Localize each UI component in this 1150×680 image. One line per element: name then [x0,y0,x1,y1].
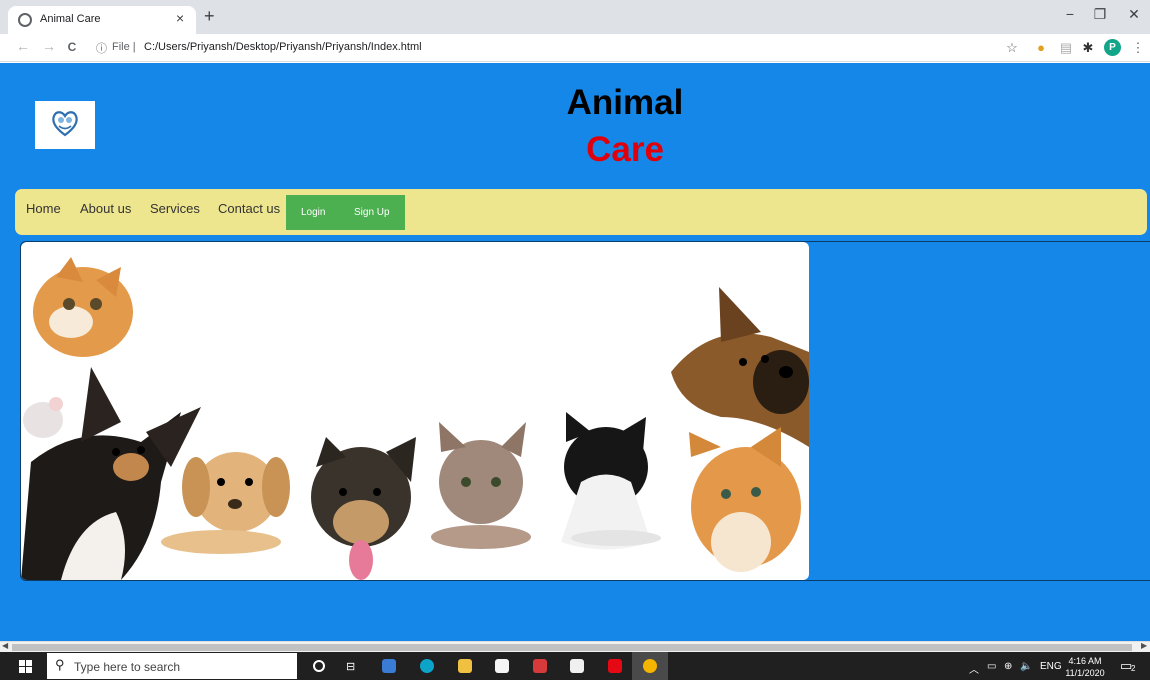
forward-button[interactable]: → [40,38,58,54]
store-icon[interactable] [495,659,509,673]
nav-services[interactable]: Services [150,201,200,216]
battery-icon[interactable]: ▭ [987,661,996,672]
horizontal-scrollbar[interactable]: ◀ ▶ [0,641,1150,652]
pets-illustration [21,257,809,580]
site-title-animal: Animal [566,83,684,122]
search-placeholder: Type here to search [74,660,181,674]
windows-start-icon[interactable] [19,660,32,673]
file-scheme-label: File | [112,41,136,53]
browser-tab-active[interactable]: Animal Care × [8,6,196,34]
scroll-left-arrow-icon[interactable]: ◀ [2,641,8,650]
menu-kebab-icon[interactable]: ⋮ [1130,40,1146,56]
cortana-icon[interactable] [313,660,325,672]
tab-close-button[interactable]: × [176,10,184,26]
mcafee-icon[interactable] [533,659,547,673]
close-window-button[interactable]: ✕ [1124,6,1144,23]
reload-button[interactable]: C [63,40,81,54]
login-button[interactable]: Login [301,207,325,218]
profile-avatar[interactable]: P [1104,39,1121,56]
netflix-icon[interactable] [608,659,622,673]
nav-home[interactable]: Home [26,201,61,216]
volume-icon[interactable]: 🔈 [1020,661,1032,672]
back-button[interactable]: ← [14,38,32,54]
nav-about-us[interactable]: About us [80,201,131,216]
globe-icon [18,13,32,27]
main-navbar: Home About us Services Contact us Login … [15,189,1147,235]
new-tab-button[interactable]: + [204,6,215,27]
app-icon-1[interactable] [382,659,396,673]
chrome-icon[interactable] [643,659,657,673]
tab-title: Animal Care [40,13,101,25]
nav-contact-us[interactable]: Contact us [218,201,280,216]
file-explorer-icon[interactable] [458,659,472,673]
address-bar[interactable]: ⓘ File | C:/Users/Priyansh/Desktop/Priya… [92,37,992,59]
reader-icon[interactable]: ▤ [1058,40,1074,56]
bookmark-star-icon[interactable]: ☆ [1004,40,1020,56]
edge-browser-icon[interactable] [420,659,434,673]
mail-icon[interactable] [570,659,584,673]
browser-tabstrip: Animal Care × + − ❐ ✕ [0,0,1150,34]
task-view-icon[interactable]: ⊟ [346,660,355,673]
info-icon[interactable]: ⓘ [96,40,107,56]
hero-pets-image [21,242,809,580]
windows-taskbar: ⚲ Type here to search ⊟ ︿ ▭ ⊕ 🔈 ENG 4:16… [0,652,1150,680]
scroll-right-arrow-icon[interactable]: ▶ [1141,641,1147,650]
auth-button-group: Login Sign Up [286,195,405,230]
url-text[interactable]: C:/Users/Priyansh/Desktop/Priyansh/Priya… [144,41,422,53]
clock-time: 4:16 AM [1068,656,1102,666]
taskbar-clock[interactable]: 4:16 AM 11/1/2020 [1063,655,1107,679]
signup-button[interactable]: Sign Up [354,207,390,218]
minimize-button[interactable]: − [1060,6,1080,22]
site-title-care: Care [586,130,664,169]
clock-date: 11/1/2020 [1065,668,1105,678]
tray-chevron-icon[interactable]: ︿ [969,661,979,676]
notification-count: 2 [1131,664,1136,673]
search-icon: ⚲ [55,657,65,672]
extension-icon[interactable]: ● [1033,40,1049,55]
extensions-puzzle-icon[interactable]: ✱ [1080,40,1096,56]
scrollbar-thumb[interactable] [12,644,1132,651]
taskbar-search-box[interactable]: ⚲ Type here to search [47,653,297,679]
browser-toolbar: ← → C ⓘ File | C:/Users/Priyansh/Desktop… [0,34,1150,62]
language-indicator[interactable]: ENG [1040,661,1062,672]
network-icon[interactable]: ⊕ [1004,661,1012,672]
maximize-button[interactable]: ❐ [1090,6,1110,23]
